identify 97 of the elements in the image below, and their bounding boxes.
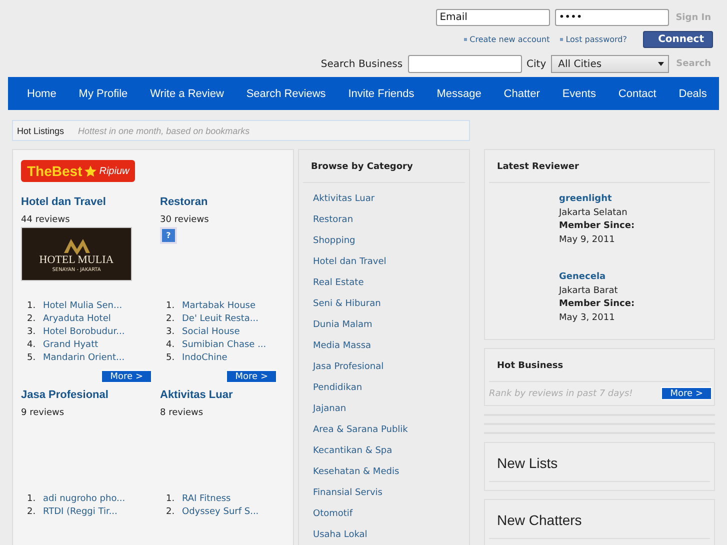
category-link[interactable]: Pendidikan	[303, 378, 465, 399]
rank-number: 2.	[166, 313, 175, 325]
bullet-icon	[560, 38, 563, 42]
category-link[interactable]: Real Estate	[303, 273, 465, 294]
city-label: City	[526, 58, 546, 70]
rank-number: 1.	[166, 493, 175, 505]
business-link[interactable]: adi nugroho pho...	[43, 493, 126, 505]
best-logo: TheBest Ripiuw	[21, 160, 136, 182]
business-link[interactable]: Social House	[182, 326, 240, 338]
hot-business-heading: Hot Business	[489, 349, 710, 382]
rank-number: 1.	[166, 300, 175, 312]
business-link[interactable]: Aryaduta Hotel	[43, 313, 111, 325]
category-link[interactable]: Otomotif	[303, 504, 465, 525]
category-link[interactable]: Restoran	[303, 210, 465, 231]
business-link[interactable]: RTDI (Reggi Tir...	[43, 506, 118, 518]
category-link[interactable]: Dunia Malam	[303, 315, 465, 336]
hot-business-note: Rank by reviews in past 7 days!	[489, 388, 633, 398]
nav-link[interactable]: Deals	[678, 88, 707, 100]
city-dropdown[interactable]: All Cities	[551, 55, 670, 73]
member-since-date: May 3, 2011	[559, 312, 616, 324]
member-since-date: May 9, 2011	[559, 234, 616, 246]
star-icon	[84, 164, 98, 178]
hot-listings-title: Hot Listings	[17, 126, 64, 136]
listing-category-title[interactable]: Restoran	[160, 196, 208, 208]
rank-number: 4.	[166, 339, 175, 351]
nav-link[interactable]: Message	[436, 88, 482, 100]
more-button[interactable]: More >	[661, 387, 712, 400]
password-field[interactable]: ••••	[554, 9, 669, 26]
listing-category-title[interactable]: Jasa Profesional	[21, 389, 108, 401]
new-chatters-heading: New Chatters	[489, 500, 710, 539]
reviewer-city: Jakarta Selatan	[559, 206, 628, 220]
category-link[interactable]: Seni & Hiburan	[303, 294, 465, 315]
business-link[interactable]: Odyssey Surf S...	[182, 506, 259, 518]
category-link[interactable]: Aktivitas Luar	[303, 189, 465, 210]
rank-number: 5.	[27, 352, 36, 364]
business-link[interactable]: Sumibian Chase ...	[182, 339, 266, 351]
facebook-connect-button[interactable]: Connect	[643, 31, 713, 48]
nav-link[interactable]: My Profile	[78, 88, 128, 100]
nav-link[interactable]: Invite Friends	[348, 88, 414, 100]
rank-number: 1.	[27, 493, 36, 505]
email-field[interactable]: Email	[436, 9, 550, 26]
listing-category-title[interactable]: Aktivitas Luar	[160, 389, 233, 401]
rank-number: 2.	[27, 313, 36, 325]
member-since-label: Member Since:	[559, 220, 636, 233]
nav-link[interactable]: Search Reviews	[246, 88, 326, 100]
more-button[interactable]: More >	[226, 370, 277, 383]
category-link[interactable]: Kesehatan & Medis	[303, 462, 465, 483]
search-field[interactable]	[408, 55, 522, 73]
latest-reviewer-heading: Latest Reviewer	[489, 150, 710, 183]
category-link[interactable]: Hotel dan Travel	[303, 252, 465, 273]
category-heading: Browse by Category	[303, 150, 465, 183]
nav-link[interactable]: Write a Review	[150, 88, 224, 100]
business-link[interactable]: Hotel Borobudur...	[43, 326, 125, 338]
category-link[interactable]: Area & Sarana Publik	[303, 420, 465, 441]
hot-listings-subtitle: Hottest in one month, based on bookmarks	[78, 126, 250, 136]
business-link[interactable]: De' Leuit Resta...	[182, 313, 258, 325]
nav-link[interactable]: Events	[562, 88, 596, 100]
new-lists-heading: New Lists	[489, 443, 710, 482]
business-link[interactable]: RAI Fitness	[182, 493, 231, 505]
category-link[interactable]: Shopping	[303, 231, 465, 252]
review-count: 44 reviews	[21, 215, 70, 225]
category-link[interactable]: Usaha Lokal	[303, 525, 465, 545]
nav-link[interactable]: Chatter	[504, 88, 540, 100]
reviewer-name[interactable]: greenlight	[559, 193, 710, 206]
business-link[interactable]: Mandarin Orient...	[43, 352, 125, 364]
nav-link[interactable]: Home	[27, 88, 56, 100]
rank-number: 2.	[27, 506, 36, 518]
review-count: 9 reviews	[21, 408, 64, 418]
category-link[interactable]: Jajanan	[303, 399, 465, 420]
member-since-label: Member Since:	[559, 298, 636, 311]
placeholder-image-icon: ?	[160, 227, 177, 244]
reviewer-city: Jakarta Barat	[559, 284, 619, 298]
more-button[interactable]: More >	[101, 370, 152, 383]
business-link[interactable]: Hotel Mulia Sen...	[43, 300, 122, 312]
rank-number: 5.	[166, 352, 175, 364]
category-link[interactable]: Finansial Servis	[303, 483, 465, 504]
category-link[interactable]: Jasa Profesional	[303, 357, 465, 378]
review-count: 8 reviews	[160, 408, 204, 418]
category-link[interactable]: Kecantikan & Spa	[303, 441, 465, 462]
rank-number: 3.	[27, 326, 36, 338]
review-count: 30 reviews	[160, 215, 209, 225]
bullet-icon	[464, 38, 467, 42]
rank-number: 4.	[27, 339, 36, 351]
nav-link[interactable]: Contact	[618, 88, 656, 100]
reviewer-name[interactable]: Genecela	[559, 271, 710, 284]
business-link[interactable]: Martabak House	[182, 300, 256, 312]
rank-number: 2.	[166, 506, 175, 518]
category-link[interactable]: Media Massa	[303, 336, 465, 357]
caret-icon	[658, 62, 664, 66]
account-link[interactable]: Create new account	[464, 35, 550, 44]
listing-category-title[interactable]: Hotel dan Travel	[21, 196, 106, 208]
search-label: Search Business	[320, 58, 403, 70]
rank-number: 3.	[166, 326, 175, 338]
rank-number: 1.	[27, 300, 36, 312]
account-link[interactable]: Lost password?	[560, 35, 627, 44]
business-link[interactable]: IndoChine	[182, 352, 228, 364]
business-link[interactable]: Grand Hyatt	[43, 339, 98, 351]
